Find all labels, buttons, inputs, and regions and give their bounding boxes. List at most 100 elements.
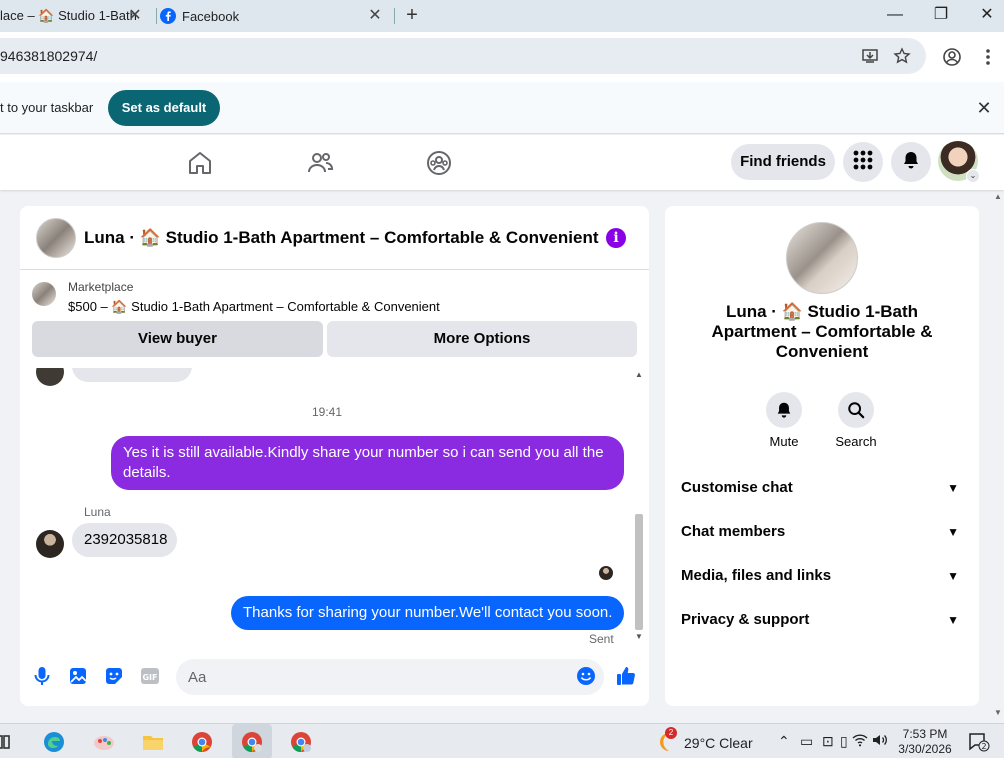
file-explorer-icon[interactable] bbox=[141, 730, 165, 754]
chat-avatar[interactable] bbox=[36, 218, 76, 258]
new-tab-button[interactable]: + bbox=[402, 4, 422, 28]
meet-now-icon[interactable]: ▭ bbox=[800, 733, 813, 750]
bookmark-star-icon[interactable] bbox=[892, 46, 912, 66]
home-icon[interactable] bbox=[186, 149, 214, 177]
scroll-up-arrow-icon[interactable]: ▲ bbox=[634, 370, 644, 380]
notification-center-icon[interactable]: 2 bbox=[968, 732, 990, 752]
mute-label: Mute bbox=[769, 434, 799, 449]
battery-icon[interactable]: ▯ bbox=[840, 733, 848, 750]
chevron-down-icon[interactable]: ⌄ bbox=[966, 169, 980, 183]
browser-tab-facebook[interactable]: Facebook ✕ bbox=[160, 0, 392, 32]
mute-action[interactable]: Mute bbox=[754, 392, 814, 449]
browser-tab-strip: lace – 🏠 Studio 1-Bath ✕ Facebook ✕ + — … bbox=[0, 0, 1004, 32]
device-icon[interactable]: ⊡ bbox=[822, 733, 834, 750]
windows-taskbar: 2 29°C Clear ⌃ ▭ ⊡ ▯ 7:53 PM 3/30/2026 2 bbox=[0, 723, 1004, 758]
set-as-default-button[interactable]: Set as default bbox=[108, 90, 220, 126]
chevron-down-icon: ▼ bbox=[947, 525, 959, 539]
microphone-icon[interactable] bbox=[31, 665, 53, 687]
section-label: Media, files and links bbox=[681, 567, 832, 584]
weather-text[interactable]: 29°C Clear bbox=[684, 735, 753, 751]
emoji-icon[interactable] bbox=[575, 665, 597, 687]
restore-icon[interactable]: ❐ bbox=[918, 0, 964, 32]
weather-badge: 2 bbox=[665, 727, 677, 739]
outgoing-message[interactable]: Thanks for sharing your number.We'll con… bbox=[231, 596, 624, 630]
search-label: Search bbox=[835, 434, 877, 449]
section-customise-chat[interactable]: Customise chat ▼ bbox=[681, 468, 963, 508]
photo-icon[interactable] bbox=[67, 665, 89, 687]
marketplace-label: Marketplace bbox=[68, 280, 134, 294]
sticker-icon[interactable] bbox=[103, 665, 125, 687]
conversation-title: Luna · 🏠 Studio 1-Bath Apartment – Comfo… bbox=[711, 302, 933, 361]
paint-icon[interactable] bbox=[92, 730, 116, 754]
infobar-text: t to your taskbar bbox=[0, 100, 94, 115]
conversation-avatar[interactable] bbox=[786, 222, 858, 294]
section-chat-members[interactable]: Chat members ▼ bbox=[681, 512, 963, 552]
incoming-message[interactable]: 2392035818 bbox=[72, 523, 177, 557]
bell-icon bbox=[901, 150, 921, 175]
chevron-down-icon: ▼ bbox=[947, 613, 959, 627]
chat-header: Luna · 🏠 Studio 1-Bath Apartment – Comfo… bbox=[20, 206, 649, 270]
browser-tab-marketplace[interactable]: lace – 🏠 Studio 1-Bath ✕ bbox=[0, 0, 152, 32]
tab-close-icon[interactable]: ✕ bbox=[126, 7, 144, 25]
infobar-close-icon[interactable]: ✕ bbox=[974, 98, 994, 118]
chrome-icon[interactable] bbox=[190, 730, 214, 754]
svg-text:GIF: GIF bbox=[142, 673, 157, 682]
listing-thumbnail bbox=[32, 282, 56, 306]
chrome-profile-icon[interactable] bbox=[289, 730, 313, 754]
omnibox[interactable]: 946381802974/ bbox=[0, 38, 926, 74]
message-composer: GIF bbox=[20, 654, 649, 700]
tab-separator bbox=[156, 8, 157, 24]
conversation-info-panel: Luna · 🏠 Studio 1-Bath Apartment – Comfo… bbox=[665, 206, 979, 706]
task-view-icon[interactable] bbox=[0, 730, 14, 754]
window-close-icon[interactable]: ✕ bbox=[964, 0, 1004, 32]
page-scroll-up-icon[interactable]: ▲ bbox=[994, 192, 1002, 201]
notifications-button[interactable] bbox=[891, 142, 931, 182]
search-action[interactable]: Search bbox=[826, 392, 886, 449]
seen-indicator-avatar bbox=[599, 566, 613, 580]
minimize-icon[interactable]: — bbox=[872, 0, 918, 32]
message-list: 19:41 Yes it is still available.Kindly s… bbox=[20, 368, 649, 646]
message-scrollbar[interactable]: ▲ ▼ bbox=[634, 368, 644, 646]
message-bubble bbox=[72, 368, 192, 382]
edge-browser-icon[interactable] bbox=[42, 730, 66, 754]
scroll-down-arrow-icon[interactable]: ▼ bbox=[634, 632, 644, 642]
profile-icon[interactable] bbox=[942, 47, 962, 67]
facebook-icon bbox=[160, 8, 176, 24]
chevron-down-icon: ▼ bbox=[947, 481, 959, 495]
tray-expand-icon[interactable]: ⌃ bbox=[778, 733, 790, 750]
marketplace-banner: Marketplace $500 – 🏠 Studio 1-Bath Apart… bbox=[20, 270, 649, 368]
scroll-thumb[interactable] bbox=[635, 514, 643, 630]
menu-grid-button[interactable] bbox=[843, 142, 883, 182]
tab-close-icon[interactable]: ✕ bbox=[366, 7, 384, 25]
section-privacy-support[interactable]: Privacy & support ▼ bbox=[681, 600, 963, 640]
more-options-button[interactable]: More Options bbox=[327, 321, 637, 357]
view-buyer-button[interactable]: View buyer bbox=[32, 321, 323, 357]
notification-count: 2 bbox=[981, 742, 986, 751]
page-scroll-down-icon[interactable]: ▼ bbox=[994, 708, 1002, 717]
gif-icon[interactable]: GIF bbox=[139, 665, 161, 687]
chat-title[interactable]: Luna · 🏠 Studio 1-Bath Apartment – Comfo… bbox=[84, 228, 599, 248]
thumbs-up-icon[interactable] bbox=[615, 665, 637, 687]
chrome-profile-icon[interactable] bbox=[240, 730, 264, 754]
sender-name: Luna bbox=[84, 505, 111, 519]
friends-icon[interactable] bbox=[306, 149, 334, 177]
info-icon[interactable]: i bbox=[606, 228, 626, 248]
outgoing-message[interactable]: Yes it is still available.Kindly share y… bbox=[111, 436, 624, 490]
wifi-icon[interactable] bbox=[852, 733, 868, 750]
tab-title: Facebook bbox=[182, 8, 240, 24]
groups-icon[interactable] bbox=[425, 149, 453, 177]
clock-time: 7:53 PM bbox=[902, 727, 948, 741]
bell-icon bbox=[766, 392, 802, 428]
section-media-files-links[interactable]: Media, files and links ▼ bbox=[681, 556, 963, 596]
chat-window: Luna · 🏠 Studio 1-Bath Apartment – Comfo… bbox=[20, 206, 649, 706]
grid-icon bbox=[853, 150, 873, 175]
avatar[interactable] bbox=[36, 530, 64, 558]
find-friends-button[interactable]: Find friends bbox=[731, 144, 835, 180]
volume-icon[interactable] bbox=[872, 733, 888, 750]
system-clock[interactable]: 7:53 PM 3/30/2026 bbox=[894, 727, 956, 757]
message-input[interactable] bbox=[176, 659, 604, 695]
browser-menu-icon[interactable] bbox=[978, 47, 998, 67]
install-app-icon[interactable] bbox=[860, 46, 880, 66]
listing-title[interactable]: $500 – 🏠 Studio 1-Bath Apartment – Comfo… bbox=[68, 299, 440, 315]
url-text: 946381802974/ bbox=[0, 48, 98, 64]
